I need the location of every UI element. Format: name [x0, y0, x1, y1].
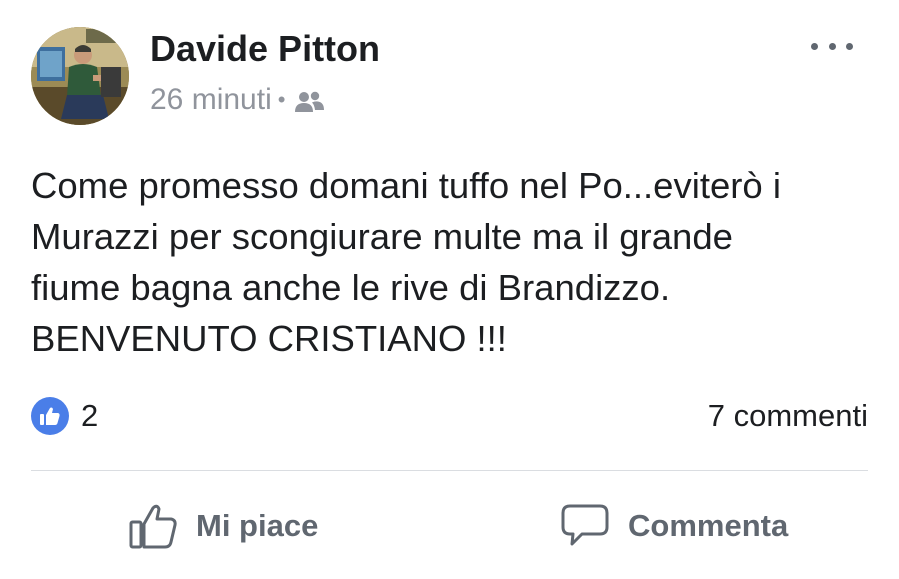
avatar[interactable]: [31, 27, 129, 125]
comment-button-label: Commenta: [628, 508, 789, 543]
post-text: Come promesso domani tuffo nel Po...evit…: [31, 160, 881, 364]
post-text-line: Murazzi per scongiurare multe ma il gran…: [31, 216, 733, 257]
more-options-icon[interactable]: [811, 36, 853, 56]
comments-count[interactable]: 7 commenti: [708, 396, 868, 436]
like-reaction-icon: [31, 397, 69, 435]
friends-icon[interactable]: [293, 88, 325, 112]
avatar-image: [31, 27, 129, 125]
like-button-label: Mi piace: [196, 508, 319, 543]
meta-separator: •: [277, 87, 286, 112]
author-name[interactable]: Davide Pitton: [150, 28, 380, 70]
post-time[interactable]: 26 minuti: [150, 83, 272, 117]
post-card: Davide Pitton 26 minuti • Come promesso …: [0, 0, 899, 579]
dot: [811, 42, 818, 50]
comment-bubble-icon: [561, 504, 609, 546]
post-meta: 26 minuti •: [150, 82, 325, 118]
like-button[interactable]: Mi piace: [128, 498, 318, 554]
post-text-line: BENVENUTO CRISTIANO !!!: [31, 318, 507, 359]
post-text-line: fiume bagna anche le rive di Brandizzo.: [31, 267, 671, 308]
thumbs-up-icon: [129, 504, 177, 549]
divider: [31, 470, 868, 471]
dot: [828, 42, 836, 50]
dot: [846, 42, 853, 50]
like-count: 2: [81, 398, 99, 433]
comment-button[interactable]: Commenta: [560, 498, 788, 554]
post-text-line: Come promesso domani tuffo nel Po...evit…: [31, 165, 781, 206]
reactions-summary[interactable]: 2: [31, 396, 98, 436]
